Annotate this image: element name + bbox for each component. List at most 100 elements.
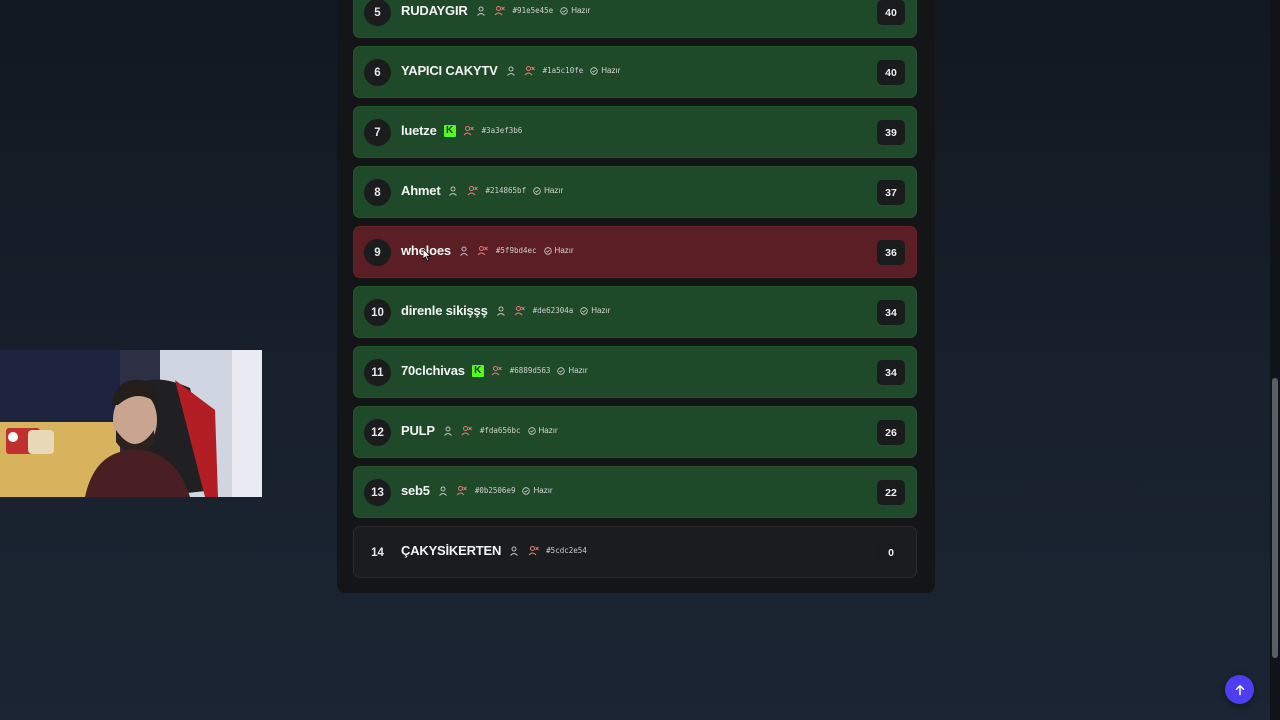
player-info: luetze K #3a3ef3b6 [401, 123, 522, 138]
user-remove-icon[interactable] [477, 245, 489, 257]
player-info: PULP #fda656bc Hazır [401, 423, 558, 438]
player-hash: #214865bf [485, 186, 527, 195]
score-badge: 0 [877, 540, 905, 565]
status-badge: Hazır [527, 426, 558, 435]
scroll-to-top-button[interactable] [1225, 675, 1254, 704]
leaderboard-row[interactable]: 8 Ahmet #214865bf Hazır 37 [353, 166, 917, 218]
rank-badge: 9 [364, 239, 391, 266]
check-circle-icon [560, 6, 568, 15]
player-name[interactable]: direnle sikişşş [401, 303, 488, 318]
status-label: Hazır [568, 366, 588, 375]
user-remove-icon[interactable] [456, 485, 468, 497]
leaderboard-row[interactable]: 14 ÇAKYSİKERTEN #5cdc2e54 0 [353, 526, 917, 578]
user-icon[interactable] [505, 65, 517, 77]
player-info: seb5 #0b2506e9 Hazır [401, 483, 553, 498]
check-circle-icon [580, 306, 588, 315]
score-badge: 36 [877, 240, 905, 265]
page-scrollbar[interactable] [1270, 0, 1280, 720]
score-badge: 37 [877, 180, 905, 205]
user-remove-icon[interactable] [524, 65, 536, 77]
user-remove-icon[interactable] [491, 365, 503, 377]
status-badge: Hazır [533, 186, 563, 195]
leaderboard-row[interactable]: 6 YAPICI CAKYTV #1a5c10fe Hazır 40 [353, 46, 917, 98]
rank-badge: 12 [364, 419, 391, 446]
status-label: Hazır [591, 306, 611, 315]
score-badge: 22 [877, 480, 905, 505]
user-icon[interactable] [447, 185, 459, 197]
user-icon[interactable] [495, 305, 507, 317]
check-circle-icon [533, 186, 541, 195]
user-remove-icon[interactable] [514, 305, 526, 317]
status-badge: Hazır [590, 66, 620, 75]
user-icon[interactable] [442, 425, 454, 437]
streamer-webcam-overlay [0, 350, 262, 497]
leaderboard-row[interactable]: 11 70clchivas K #6889d563 Hazır 34 [353, 346, 917, 398]
status-label: Hazır [571, 6, 591, 15]
check-circle-icon [527, 426, 536, 435]
player-name[interactable]: YAPICI CAKYTV [401, 63, 498, 78]
player-name[interactable]: Ahmet [401, 183, 441, 198]
status-label: Hazır [554, 246, 574, 255]
leaderboard-row[interactable]: 7 luetze K #3a3ef3b6 39 [353, 106, 917, 158]
check-circle-icon [590, 66, 598, 75]
score-badge: 40 [877, 0, 905, 25]
user-remove-icon[interactable] [494, 5, 506, 17]
player-info: YAPICI CAKYTV #1a5c10fe Hazır [401, 63, 620, 78]
player-name[interactable]: 70clchivas [401, 363, 465, 378]
user-remove-icon[interactable] [463, 125, 475, 137]
player-name[interactable]: luetze [401, 123, 437, 138]
status-badge: Hazır [543, 246, 574, 255]
player-info: RUDAYGIR #91e5e45e Hazır [401, 3, 590, 18]
rank-badge: 6 [364, 59, 391, 86]
user-icon[interactable] [475, 5, 487, 17]
check-circle-icon [543, 246, 552, 255]
check-circle-icon [522, 486, 531, 495]
rank-badge: 14 [364, 539, 391, 566]
player-hash: #91e5e45e [512, 6, 554, 15]
player-hash: #3a3ef3b6 [481, 126, 523, 135]
score-badge: 34 [877, 300, 905, 325]
rank-badge: 7 [364, 119, 391, 146]
kick-badge-icon: K [471, 364, 484, 377]
player-name[interactable]: seb5 [401, 483, 430, 498]
player-hash: #0b2506e9 [474, 486, 516, 495]
scrollbar-thumb[interactable] [1272, 378, 1278, 658]
leaderboard-row[interactable]: 13 seb5 #0b2506e9 Hazır 22 [353, 466, 917, 518]
leaderboard-row[interactable]: 10 direnle sikişşş #de62304a Hazır 34 [353, 286, 917, 338]
rank-badge: 11 [364, 359, 391, 386]
leaderboard-row[interactable]: 12 PULP #fda656bc Hazır 26 [353, 406, 917, 458]
rank-badge: 10 [364, 299, 391, 326]
leaderboard-row[interactable]: 9 wheloes #5f9bd4ec Hazır 36 [353, 226, 917, 278]
status-label: Hazır [601, 66, 621, 75]
player-name[interactable]: RUDAYGIR [401, 3, 468, 18]
status-badge: Hazır [560, 6, 590, 15]
status-label: Hazır [544, 186, 564, 195]
kick-badge-icon: K [443, 124, 456, 137]
status-label: Hazır [533, 486, 553, 495]
check-circle-icon [557, 366, 566, 375]
status-badge: Hazır [522, 486, 553, 495]
score-badge: 26 [877, 420, 905, 445]
player-name[interactable]: PULP [401, 423, 435, 438]
player-hash: #5cdc2e54 [546, 546, 587, 555]
user-remove-icon[interactable] [461, 425, 473, 437]
status-badge: Hazır [557, 366, 588, 375]
score-badge: 39 [877, 120, 905, 145]
player-hash: #de62304a [532, 306, 574, 315]
user-remove-icon[interactable] [527, 545, 539, 557]
user-icon[interactable] [508, 545, 520, 557]
player-hash: #5f9bd4ec [495, 246, 537, 255]
player-hash: #6889d563 [509, 366, 551, 375]
status-label: Hazır [538, 426, 558, 435]
arrow-up-icon [1235, 684, 1244, 695]
webcam-image [0, 350, 262, 497]
user-remove-icon[interactable] [466, 185, 478, 197]
user-icon[interactable] [437, 485, 449, 497]
score-badge: 40 [877, 60, 905, 85]
player-info: 70clchivas K #6889d563 Hazır [401, 363, 588, 378]
player-name[interactable]: ÇAKYSİKERTEN [401, 543, 501, 558]
leaderboard-row[interactable]: 5 RUDAYGIR #91e5e45e Hazır 40 [353, 0, 917, 38]
player-info: direnle sikişşş #de62304a Hazır [401, 303, 610, 318]
user-icon[interactable] [458, 245, 470, 257]
player-info: Ahmet #214865bf Hazır [401, 183, 563, 198]
